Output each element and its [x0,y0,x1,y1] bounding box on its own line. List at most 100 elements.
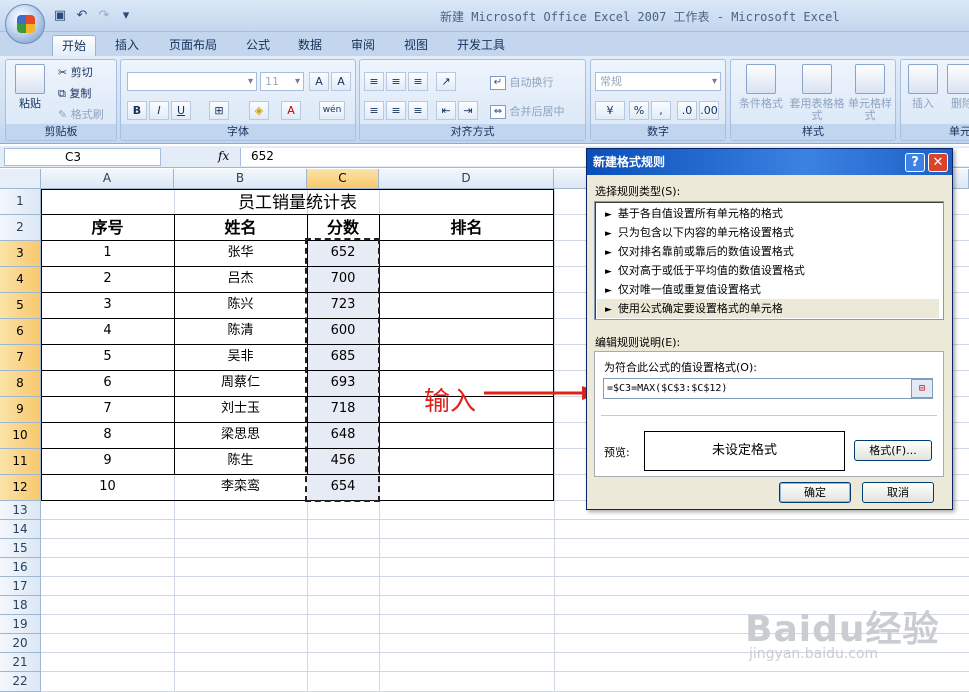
header-cell-score[interactable]: 分数 [307,215,379,241]
row-header[interactable]: 7 [0,345,41,371]
row-header[interactable]: 13 [0,501,41,520]
font-color-button[interactable]: A [281,101,301,120]
increase-indent-icon[interactable]: ⇥ [458,101,478,120]
rule-item[interactable]: ► 仅对高于或低于平均值的数值设置格式 [597,261,939,280]
merge-center-button[interactable]: ⇔ 合并后居中 [490,103,565,119]
wrap-text-button[interactable]: ↵ 自动换行 [490,74,554,90]
redo-icon[interactable]: ↷ [96,8,112,24]
column-header-b[interactable]: B [174,169,307,189]
name-cell[interactable]: 张华 [174,241,307,267]
row-header[interactable]: 11 [0,449,41,475]
row-header[interactable]: 10 [0,423,41,449]
index-cell[interactable]: 4 [41,319,174,345]
row-header[interactable]: 14 [0,520,41,539]
name-cell[interactable]: 陈清 [174,319,307,345]
row-header[interactable]: 3 [0,241,41,267]
italic-button[interactable]: I [149,101,169,120]
index-cell[interactable]: 10 [41,475,174,501]
help-icon[interactable]: ? [905,153,925,172]
tab-developer[interactable]: 开发工具 [448,35,514,56]
copy-button[interactable]: ⧉ 复制 [58,85,91,101]
sheet-title-cell[interactable]: 员工销量统计表 [41,191,554,215]
font-name-combo[interactable] [127,72,257,91]
currency-icon[interactable]: ¥ [595,101,625,120]
name-cell[interactable]: 陈兴 [174,293,307,319]
score-cell[interactable]: 718 [307,397,379,423]
name-box[interactable]: C3 [4,148,161,166]
conditional-format-button[interactable]: 条件格式 [735,64,787,110]
paste-button[interactable]: 粘贴 [12,64,48,110]
row-header[interactable]: 22 [0,672,41,692]
cancel-button[interactable]: 取消 [862,482,934,503]
name-cell[interactable]: 吕杰 [174,267,307,293]
insert-function-button[interactable]: fx [218,149,229,163]
name-cell[interactable]: 陈生 [174,449,307,475]
rule-item[interactable]: ► 仅对排名靠前或靠后的数值设置格式 [597,242,939,261]
tab-review[interactable]: 审阅 [341,35,385,56]
increase-decimal-icon[interactable]: .0 [677,101,697,120]
rule-type-list[interactable]: ► 基于各自值设置所有单元格的格式 ► 只为包含以下内容的单元格设置格式 ► 仅对排名… [594,201,944,320]
align-top-icon[interactable]: ≡ [364,72,384,91]
align-bottom-icon[interactable]: ≡ [408,72,428,91]
delete-cells-button[interactable]: 删除 [947,64,969,110]
row-header[interactable]: 18 [0,596,41,615]
score-cell[interactable]: 652 [307,241,379,267]
comma-icon[interactable]: , [651,101,671,120]
ok-button[interactable]: 确定 [779,482,851,503]
formula-field[interactable]: =$C3=MAX($C$3:$C$12) ⊟ [603,378,933,399]
score-cell[interactable]: 693 [307,371,379,397]
font-size-combo[interactable]: 11 [260,72,304,91]
rule-item[interactable]: ► 基于各自值设置所有单元格的格式 [597,204,939,223]
percent-icon[interactable]: % [629,101,649,120]
insert-cells-button[interactable]: 插入 [905,64,941,110]
row-header[interactable]: 2 [0,215,41,241]
row-header[interactable]: 20 [0,634,41,653]
row-header[interactable]: 12 [0,475,41,501]
undo-icon[interactable]: ↶ [74,8,90,24]
row-header[interactable]: 21 [0,653,41,672]
index-cell[interactable]: 3 [41,293,174,319]
orientation-icon[interactable]: ↗ [436,72,456,91]
row-header[interactable]: 6 [0,319,41,345]
underline-button[interactable]: U [171,101,191,120]
format-as-table-button[interactable]: 套用表格格式 [789,64,845,122]
align-left-icon[interactable]: ≡ [364,101,384,120]
format-button[interactable]: 格式(F)... [854,440,932,461]
phonetic-button[interactable]: wén [319,101,345,120]
rule-item[interactable]: ► 仅对唯一值或重复值设置格式 [597,280,939,299]
score-cell[interactable]: 685 [307,345,379,371]
row-header[interactable]: 8 [0,371,41,397]
number-format-combo[interactable]: 常规 [595,72,721,91]
office-button[interactable] [5,4,45,44]
name-cell[interactable]: 吴非 [174,345,307,371]
select-all-corner[interactable] [0,169,41,189]
save-icon[interactable]: ▣ [52,8,68,24]
index-cell[interactable]: 5 [41,345,174,371]
tab-insert[interactable]: 插入 [104,35,150,56]
header-cell-index[interactable]: 序号 [41,215,174,241]
score-cell[interactable]: 648 [307,423,379,449]
grow-font-button[interactable]: A [309,72,329,91]
tab-data[interactable]: 数据 [288,35,332,56]
decrease-indent-icon[interactable]: ⇤ [436,101,456,120]
format-painter-button[interactable]: ✎ 格式刷 [58,106,104,122]
index-cell[interactable]: 9 [41,449,174,475]
align-right-icon[interactable]: ≡ [408,101,428,120]
name-cell[interactable]: 周蔡仁 [174,371,307,397]
column-header-a[interactable]: A [41,169,174,189]
score-cell[interactable]: 456 [307,449,379,475]
name-cell[interactable]: 李栾鸾 [174,475,307,501]
range-picker-icon[interactable]: ⊟ [911,379,933,398]
header-cell-rank[interactable]: 排名 [379,215,554,241]
column-header-d[interactable]: D [379,169,554,189]
row-header[interactable]: 19 [0,615,41,634]
tab-home[interactable]: 开始 [52,35,96,56]
column-header-c[interactable]: C [307,169,379,189]
header-cell-name[interactable]: 姓名 [174,215,307,241]
row-header[interactable]: 5 [0,293,41,319]
index-cell[interactable]: 8 [41,423,174,449]
cut-button[interactable]: ✂ 剪切 [58,64,93,80]
row-header[interactable]: 9 [0,397,41,423]
align-center-icon[interactable]: ≡ [386,101,406,120]
rule-item[interactable]: ► 只为包含以下内容的单元格设置格式 [597,223,939,242]
